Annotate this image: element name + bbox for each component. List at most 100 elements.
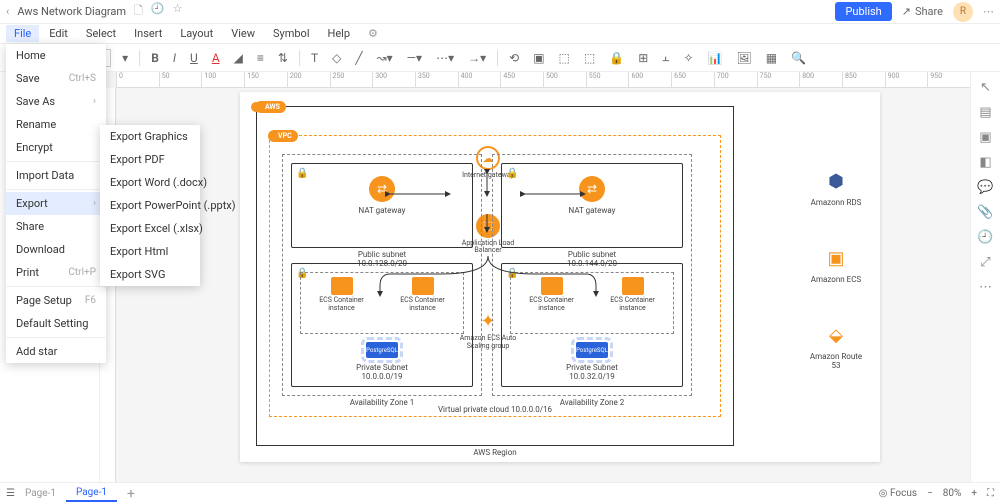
menu-item[interactable]: Download xyxy=(6,238,106,261)
share-button[interactable]: ↗ Share xyxy=(902,5,943,18)
line-spacing-icon[interactable]: ⇅ xyxy=(275,49,291,67)
menu-item[interactable]: Default Setting xyxy=(6,312,106,335)
line-end-icon[interactable]: →▾ xyxy=(465,49,489,67)
chart-icon[interactable]: 📊 xyxy=(705,49,726,67)
menu-item[interactable]: SaveCtrl+S xyxy=(6,67,106,90)
vpc-box[interactable]: VPC Virtual private cloud 10.0.0.0/16 ☁ … xyxy=(269,135,721,417)
menu-item[interactable]: Add star xyxy=(6,340,106,363)
line-tool-icon[interactable]: ╱ xyxy=(352,49,365,67)
folder-icon[interactable]: 🗋 xyxy=(134,2,143,21)
align-icon[interactable]: ≡ xyxy=(254,49,267,67)
more-icon[interactable]: ⋯ xyxy=(979,280,992,295)
menu-symbol[interactable]: Symbol xyxy=(265,25,318,42)
avatar[interactable]: R xyxy=(953,2,973,22)
nat-gateway-icon[interactable]: ⇄ xyxy=(579,176,605,202)
zoom-level[interactable]: 80% xyxy=(943,488,962,499)
group-icon[interactable]: ▣ xyxy=(530,49,547,67)
menu-item[interactable]: Rename xyxy=(6,113,106,136)
menu-item[interactable]: Home xyxy=(6,44,106,67)
theme-icon[interactable]: ▣ xyxy=(979,130,991,145)
menu-insert[interactable]: Insert xyxy=(126,25,170,42)
rds-icon[interactable]: ⬢ xyxy=(823,168,849,194)
history2-icon[interactable]: 🕘 xyxy=(977,230,993,245)
menu-item[interactable]: Export Html xyxy=(100,240,200,263)
image-icon[interactable]: 🖼 xyxy=(734,49,755,67)
text-tool-icon[interactable]: T xyxy=(308,49,321,67)
availability-zone-2[interactable]: Availability Zone 2 🔒 ⇄ NAT gateway Publ… xyxy=(492,154,692,396)
menu-layout[interactable]: Layout xyxy=(172,25,221,42)
menu-edit[interactable]: Edit xyxy=(41,25,76,42)
attach-icon[interactable]: 📎 xyxy=(977,205,993,220)
distribute-icon[interactable]: ⊞ xyxy=(635,49,651,67)
lock-icon[interactable]: 🔒 xyxy=(606,49,627,67)
pages-icon[interactable]: ☰ xyxy=(6,488,15,499)
route53-icon[interactable]: ⬙ xyxy=(823,322,849,348)
menu-item[interactable]: Import Data xyxy=(6,164,106,187)
aws-region-box[interactable]: AWS AWS Region VPC Virtual private cloud… xyxy=(256,106,734,446)
underline-icon[interactable]: U xyxy=(187,49,201,67)
nat-gateway-icon[interactable]: ⇄ xyxy=(369,176,395,202)
menu-item[interactable]: Encrypt xyxy=(6,136,106,159)
menu-view[interactable]: View xyxy=(223,25,263,42)
font-size-dropdown[interactable]: ▾ xyxy=(119,49,131,67)
postgresql-icon[interactable]: PostgreSQL xyxy=(576,342,608,358)
tools-icon[interactable]: ✧ xyxy=(681,49,697,67)
rotate-icon[interactable]: ⟲ xyxy=(506,49,522,67)
scaling-group-2[interactable]: ECS Container instance ECS Container ins… xyxy=(510,272,674,334)
text-color-icon[interactable]: A xyxy=(209,49,223,67)
italic-icon[interactable]: I xyxy=(170,49,179,67)
menu-item[interactable]: Export› xyxy=(6,192,106,215)
canvas[interactable]: 0501001502002503003504004505005506006507… xyxy=(100,72,970,482)
expand-icon[interactable]: ⤢ xyxy=(980,255,990,270)
search-icon[interactable]: 🔍 xyxy=(788,49,809,67)
private-subnet-1[interactable]: 🔒 ECS Container instance ECS Container i… xyxy=(291,263,473,387)
menu-options-icon[interactable]: ⚙ xyxy=(360,25,386,42)
star-icon[interactable]: ☆ xyxy=(173,2,183,21)
menu-item[interactable]: Export Excel (.xlsx) xyxy=(100,217,200,240)
history-icon[interactable]: 🕘 xyxy=(151,2,165,21)
line-start-icon[interactable]: —▾ xyxy=(404,49,425,67)
zoom-in[interactable]: + xyxy=(971,488,977,499)
bold-icon[interactable]: B xyxy=(148,49,162,67)
menu-help[interactable]: Help xyxy=(320,25,359,42)
menu-item[interactable]: Export Word (.docx) xyxy=(100,171,200,194)
help-icon[interactable]: ⋯ xyxy=(983,5,994,18)
ecs-icon[interactable] xyxy=(541,277,563,295)
connector-icon[interactable]: ↝▾ xyxy=(374,49,396,67)
public-subnet-2[interactable]: 🔒 ⇄ NAT gateway Public subnet10.0.144.0/… xyxy=(501,163,683,248)
menu-item[interactable]: Share xyxy=(6,215,106,238)
menu-item[interactable]: Export Graphics xyxy=(100,125,200,148)
table-icon[interactable]: ▦ xyxy=(763,49,780,67)
back-icon[interactable]: ‹ xyxy=(6,5,9,18)
cursor-icon[interactable]: ↖ xyxy=(980,80,991,95)
postgresql-icon[interactable]: PostgreSQL xyxy=(366,342,398,358)
fullscreen-icon[interactable]: ⛶ xyxy=(987,488,994,499)
menu-item[interactable]: Page SetupF6 xyxy=(6,289,106,312)
add-page-button[interactable]: + xyxy=(127,486,135,502)
ecs-icon[interactable] xyxy=(622,277,644,295)
ecs-icon[interactable] xyxy=(331,277,353,295)
diagram-page[interactable]: AWS AWS Region VPC Virtual private cloud… xyxy=(240,92,880,462)
scaling-group-1[interactable]: ECS Container instance ECS Container ins… xyxy=(300,272,464,334)
line-style-icon[interactable]: ⋯▾ xyxy=(433,49,457,67)
front-icon[interactable]: ⬚ xyxy=(556,49,573,67)
ecs-icon[interactable] xyxy=(412,277,434,295)
availability-zone-1[interactable]: Availability Zone 1 🔒 ⇄ NAT gateway Publ… xyxy=(282,154,482,396)
public-subnet-1[interactable]: 🔒 ⇄ NAT gateway Public subnet10.0.128.0/… xyxy=(291,163,473,248)
zoom-out[interactable]: − xyxy=(927,488,933,499)
menu-item[interactable]: Export PDF xyxy=(100,148,200,171)
align-obj-icon[interactable]: ⫠ xyxy=(659,48,672,67)
private-subnet-2[interactable]: 🔒 ECS Container instance ECS Container i… xyxy=(501,263,683,387)
page-tab[interactable]: Page-1 xyxy=(66,485,117,502)
focus-mode[interactable]: ◎ Focus xyxy=(879,488,917,499)
ecs-legend-icon[interactable]: ▣ xyxy=(823,245,849,271)
back-icon[interactable]: ⬚ xyxy=(581,49,598,67)
style-icon[interactable]: ◧ xyxy=(979,155,991,170)
menu-item[interactable]: PrintCtrl+P xyxy=(6,261,106,284)
layers-icon[interactable]: ▤ xyxy=(979,105,991,120)
menu-file[interactable]: File xyxy=(6,25,39,42)
menu-item[interactable]: Export PowerPoint (.pptx) xyxy=(100,194,200,217)
menu-item[interactable]: Export SVG xyxy=(100,263,200,286)
fill-icon[interactable]: ◇ xyxy=(329,49,344,67)
menu-item[interactable]: Save As› xyxy=(6,90,106,113)
